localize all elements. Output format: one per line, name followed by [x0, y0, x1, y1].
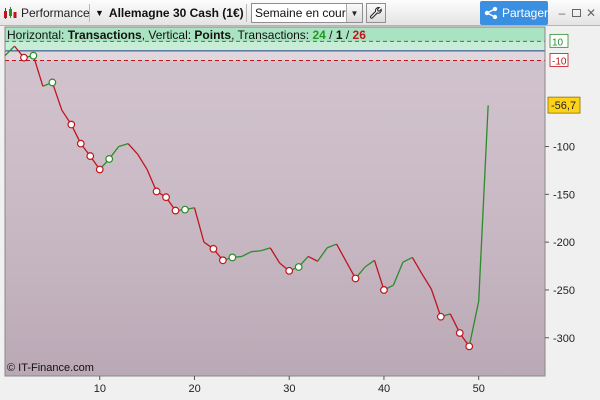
horizontal-value: Transactions [67, 28, 142, 42]
trade-marker [29, 51, 38, 60]
trade-marker [218, 256, 227, 265]
trade-marker [465, 342, 474, 351]
threshold-label: -10 [552, 56, 567, 67]
trade-marker [209, 244, 218, 253]
trade-marker [380, 286, 388, 294]
x-axis-panel [0, 376, 600, 400]
trade-marker [181, 205, 189, 214]
trade-marker [152, 187, 161, 196]
trade-marker [48, 78, 57, 87]
trade-marker [351, 274, 360, 283]
y-tick-label: -250 [553, 285, 575, 297]
trade-marker [105, 155, 114, 163]
y-tick-label: -150 [553, 189, 575, 201]
trade-marker [67, 120, 76, 129]
loss-count: 26 [352, 28, 366, 42]
performance-chart: -100 -150 -200 -250 -300 10 -10 -56,7 10 20 30 40 50 [0, 26, 600, 400]
trade-marker [294, 263, 303, 271]
threshold-label: 10 [552, 37, 564, 48]
trade-marker [162, 193, 170, 202]
y-tick-label: -200 [553, 237, 575, 249]
vertical-prefix: , Vertical: [141, 28, 195, 42]
x-tick-label: 30 [283, 383, 295, 395]
copyright-text: © IT-Finance.com [7, 362, 94, 374]
trade-marker [228, 253, 237, 262]
vertical-value: Points [194, 28, 232, 42]
loss-zone-shade [5, 50, 545, 376]
trade-marker [76, 139, 85, 148]
x-tick-label: 40 [378, 383, 390, 395]
chart-header: Horizontal: Transactions, Vertical: Poin… [7, 28, 366, 42]
trade-marker [171, 206, 180, 215]
horizontal-prefix: Horizontal: [7, 28, 68, 42]
separator: / [325, 28, 336, 42]
current-value-label: -56,7 [551, 100, 576, 112]
x-tick-label: 10 [94, 383, 106, 395]
trade-marker [455, 329, 464, 337]
x-tick-label: 20 [188, 383, 200, 395]
y-tick-label: -300 [553, 333, 575, 345]
x-tick-label: 50 [473, 383, 485, 395]
separator: / [342, 28, 353, 42]
trade-marker [86, 152, 95, 160]
win-count: 24 [312, 28, 326, 42]
trade-marker [285, 266, 294, 275]
neutral-count: 1 [335, 28, 343, 42]
trade-marker [436, 312, 445, 321]
trade-marker [95, 165, 104, 174]
y-tick-label: -100 [553, 142, 575, 154]
trade-marker [20, 53, 28, 62]
transactions-prefix: , Transactions: [231, 28, 313, 42]
